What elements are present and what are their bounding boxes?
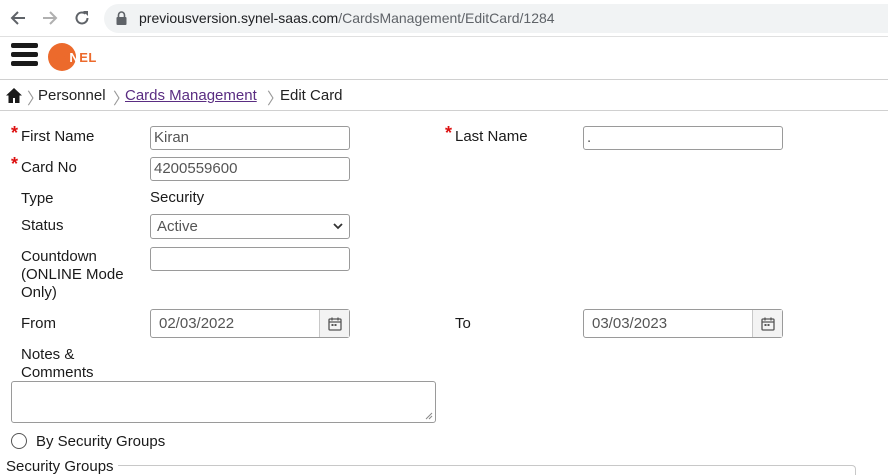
to-date-field[interactable]: 03/03/2023 <box>583 309 783 338</box>
browser-toolbar: previousversion.synel-saas.com/CardsMana… <box>0 0 888 37</box>
app-header: SYNEL <box>0 37 888 79</box>
breadcrumb: 〉 Personnel 〉 Cards Management 〉 Edit Ca… <box>0 79 888 111</box>
calendar-icon[interactable] <box>319 310 349 337</box>
breadcrumb-personnel: Personnel <box>38 87 106 104</box>
lock-icon <box>116 11 127 25</box>
to-label: To <box>455 315 471 332</box>
countdown-field[interactable] <box>150 247 350 271</box>
resize-handle-icon[interactable] <box>425 412 433 420</box>
notes-label-line2: Comments <box>21 364 94 381</box>
security-groups-legend: Security Groups <box>6 458 118 475</box>
status-selected-value: Active <box>157 218 198 235</box>
required-mark: * <box>11 154 19 174</box>
breadcrumb-edit-card: Edit Card <box>280 87 343 104</box>
first-name-label: First Name <box>21 128 95 145</box>
required-mark: * <box>445 123 453 143</box>
card-no-field[interactable]: 4200559600 <box>150 157 350 181</box>
breadcrumb-cards-management[interactable]: Cards Management <box>125 87 257 104</box>
forward-arrow-icon[interactable] <box>40 8 60 28</box>
countdown-label-line1: Countdown <box>21 248 97 265</box>
required-mark: * <box>11 123 19 143</box>
last-name-field[interactable]: . <box>583 126 783 150</box>
url-path: /CardsManagement/EditCard/1284 <box>338 10 555 26</box>
from-date-value: 02/03/2022 <box>159 315 235 332</box>
from-date-field[interactable]: 02/03/2022 <box>150 309 350 338</box>
security-groups-fieldset <box>6 465 856 475</box>
first-name-field[interactable]: Kiran <box>150 126 350 150</box>
by-security-groups-radio[interactable] <box>11 433 27 449</box>
from-label: From <box>21 315 56 332</box>
reload-icon[interactable] <box>72 8 92 28</box>
by-security-groups-label[interactable]: By Security Groups <box>36 433 165 451</box>
calendar-icon[interactable] <box>752 310 782 337</box>
chevron-down-icon <box>333 223 343 230</box>
to-date-value: 03/03/2023 <box>592 315 668 332</box>
logo-text: SYNEL <box>51 50 97 65</box>
countdown-label-line3: Only) <box>21 284 57 301</box>
countdown-label-line2: (ONLINE Mode <box>21 266 124 283</box>
type-label: Type <box>21 190 54 207</box>
back-arrow-icon[interactable] <box>8 8 28 28</box>
last-name-label: Last Name <box>455 128 528 145</box>
notes-textarea[interactable] <box>11 381 436 423</box>
type-value: Security <box>150 189 205 206</box>
url-host: previousversion.synel-saas.com <box>139 10 339 26</box>
hamburger-menu-icon[interactable] <box>11 43 38 70</box>
address-bar[interactable]: previousversion.synel-saas.com/CardsMana… <box>104 4 888 33</box>
status-select[interactable]: Active <box>150 214 350 239</box>
status-label: Status <box>21 217 64 234</box>
notes-label-line1: Notes & <box>21 346 75 363</box>
url-text: previousversion.synel-saas.com/CardsMana… <box>139 10 555 26</box>
home-icon[interactable] <box>5 87 23 104</box>
card-no-label: Card No <box>21 159 77 176</box>
synel-logo[interactable]: SYNEL <box>48 43 108 73</box>
